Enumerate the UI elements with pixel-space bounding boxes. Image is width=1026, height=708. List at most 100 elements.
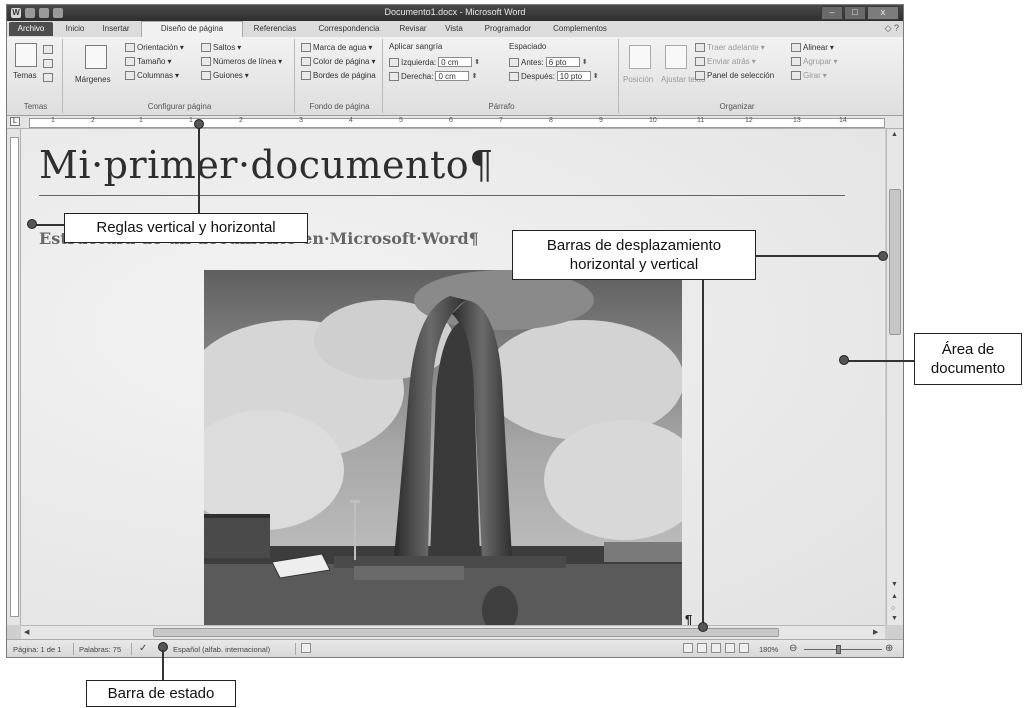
horizontal-scroll-thumb[interactable]: [153, 628, 779, 637]
girar-button[interactable]: Girar ▾: [791, 71, 827, 80]
scroll-up-icon[interactable]: ▲: [891, 131, 898, 138]
scroll-right-icon[interactable]: ▶: [873, 628, 878, 636]
spacing-before-icon: [509, 57, 519, 67]
group-fondo-pagina-label: Fondo de página: [309, 102, 370, 111]
callout-dot: [698, 622, 708, 632]
close-button[interactable]: x: [867, 6, 899, 20]
page-borders-icon: [301, 71, 311, 80]
hyphenation-icon: [201, 71, 211, 80]
themes-icon[interactable]: [15, 43, 37, 67]
outline-icon[interactable]: [725, 643, 735, 653]
scroll-left-icon[interactable]: ◀: [24, 628, 29, 636]
window-title: Documento1.docx - Microsoft Word: [384, 7, 526, 17]
margenes-button[interactable]: Márgenes: [75, 75, 111, 84]
spinner-arrows-icon[interactable]: ⬍: [593, 72, 599, 80]
color-pagina-button[interactable]: Color de página ▾: [301, 57, 376, 66]
tab-selector-icon[interactable]: L: [10, 117, 20, 126]
callout-area-documento: Área de documento: [914, 333, 1022, 385]
tab-archivo[interactable]: Archivo: [9, 22, 53, 36]
proofing-icon[interactable]: ✓: [139, 643, 147, 654]
callout-line: [198, 123, 200, 213]
help-icon[interactable]: ◇ ?: [885, 23, 899, 34]
saltos-button[interactable]: Saltos ▾: [201, 43, 241, 52]
vertical-ruler[interactable]: [7, 129, 21, 625]
draft-icon[interactable]: [739, 643, 749, 653]
spinner-arrows-icon[interactable]: ⬍: [474, 58, 480, 66]
margins-icon[interactable]: [85, 45, 107, 69]
language[interactable]: Español (alfab. internacional): [173, 645, 270, 654]
horizontal-ruler[interactable]: L 1 2 1 1 2 3 4 5 6 7 8 9 10 11 12 13 14: [7, 116, 903, 129]
full-screen-reading-icon[interactable]: [697, 643, 707, 653]
posicion-button[interactable]: Posición: [623, 75, 653, 84]
orientacion-button[interactable]: Orientación ▾: [125, 43, 184, 52]
minimize-button[interactable]: –: [821, 6, 843, 20]
ruler-numbers: 1 2 1 1 2 3 4 5 6 7 8 9 10 11 12 13 14: [29, 117, 885, 127]
enviar-atras-button[interactable]: Enviar atrás ▾: [695, 57, 756, 66]
theme-colors-icon[interactable]: [43, 45, 53, 54]
page-count[interactable]: Página: 1 de 1: [13, 645, 61, 654]
zoom-level[interactable]: 180%: [759, 645, 778, 654]
next-page-icon[interactable]: ▼: [891, 615, 898, 622]
zoom-slider-thumb[interactable]: [836, 645, 841, 654]
paragraph-mark: ¶: [685, 612, 693, 625]
themes-button[interactable]: Temas: [13, 71, 37, 80]
spinner-arrows-icon[interactable]: ⬍: [582, 58, 588, 66]
maximize-button[interactable]: □: [844, 6, 866, 20]
document-title[interactable]: Mi·primer·documento¶: [39, 143, 494, 187]
agrupar-button[interactable]: Agrupar ▾: [791, 57, 837, 66]
theme-effects-icon[interactable]: [43, 73, 53, 82]
align-icon: [791, 43, 801, 52]
tab-programador[interactable]: Programador: [477, 22, 539, 36]
zoom-out-icon[interactable]: ⊖: [789, 643, 797, 654]
ruler-number: 3: [299, 117, 303, 124]
group-parrafo: Aplicar sangría Izquierda: 0 cm ⬍ Derech…: [385, 39, 619, 113]
vertical-scrollbar[interactable]: ▲ ▼ ▲ ○ ▼: [886, 129, 903, 625]
print-layout-icon[interactable]: [683, 643, 693, 653]
scroll-down-icon[interactable]: ▼: [891, 581, 898, 588]
position-icon[interactable]: [629, 45, 651, 69]
wrap-text-icon[interactable]: [665, 45, 687, 69]
ruler-number: 10: [649, 117, 657, 124]
bordes-pagina-button[interactable]: Bordes de página: [301, 71, 376, 80]
rotate-icon: [791, 71, 801, 80]
tab-inicio[interactable]: Inicio: [59, 22, 91, 36]
tab-revisar[interactable]: Revisar: [393, 22, 433, 36]
traer-adelante-button[interactable]: Traer adelante ▾: [695, 43, 765, 52]
guiones-button[interactable]: Guiones ▾: [201, 71, 249, 80]
previous-page-icon[interactable]: ▲: [891, 593, 898, 600]
vertical-scroll-thumb[interactable]: [889, 189, 901, 335]
group-organizar-label: Organizar: [719, 102, 755, 111]
ruler-number: 7: [499, 117, 503, 124]
document-area[interactable]: Mi·primer·documento¶ Estructura·de·un·do…: [21, 129, 885, 625]
theme-fonts-icon[interactable]: [43, 59, 53, 68]
document-image[interactable]: [204, 270, 682, 625]
indent-right-input[interactable]: 0 cm: [435, 71, 470, 81]
horizontal-scrollbar[interactable]: ◀ ▶: [21, 625, 885, 640]
zoom-slider-track[interactable]: [804, 649, 882, 650]
spacing-after-input[interactable]: 10 pto: [556, 71, 591, 81]
marca-agua-button[interactable]: Marca de agua ▾: [301, 43, 372, 52]
tab-diseno-de-pagina[interactable]: Diseño de página: [141, 21, 243, 38]
spinner-arrows-icon[interactable]: ⬍: [471, 72, 477, 80]
tab-correspondencia[interactable]: Correspondencia: [309, 22, 389, 36]
columnas-button[interactable]: Columnas ▾: [125, 71, 179, 80]
panel-seleccion-button[interactable]: Panel de selección: [695, 71, 774, 80]
macro-record-icon[interactable]: [301, 643, 311, 653]
indent-left-input[interactable]: 0 cm: [438, 57, 473, 67]
alinear-button[interactable]: Alinear ▾: [791, 43, 834, 52]
group-organizar: Posición Ajustar texto Traer adelante ▾ …: [621, 39, 853, 113]
web-layout-icon[interactable]: [711, 643, 721, 653]
tab-complementos[interactable]: Complementos: [545, 22, 615, 36]
aplicar-sangria-label: Aplicar sangría: [389, 42, 443, 51]
spacing-before-input[interactable]: 6 pto: [545, 57, 580, 67]
ruler-number: 1: [51, 117, 55, 124]
tamano-button[interactable]: Tamaño ▾: [125, 57, 171, 66]
browse-object-icon[interactable]: ○: [891, 605, 895, 612]
word-count[interactable]: Palabras: 75: [79, 645, 121, 654]
tab-referencias[interactable]: Referencias: [245, 22, 305, 36]
group-objects-icon: [791, 57, 801, 66]
numeros-linea-button[interactable]: Números de línea ▾: [201, 57, 282, 66]
tab-insertar[interactable]: Insertar: [95, 22, 137, 36]
zoom-in-icon[interactable]: ⊕: [885, 643, 893, 654]
tab-vista[interactable]: Vista: [437, 22, 471, 36]
